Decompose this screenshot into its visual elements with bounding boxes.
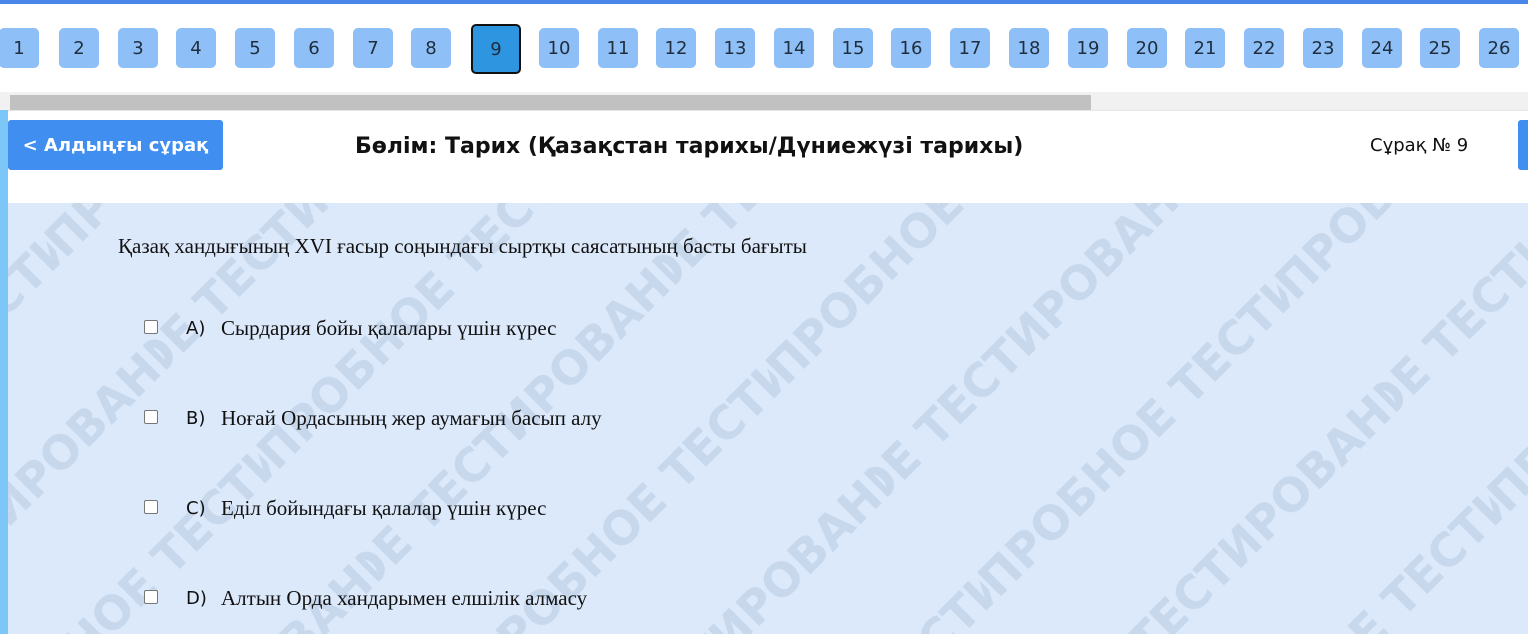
question-number-strip: 1 2 3 4 5 6 7 8 9 10 11 12 13 14 15 16 17 18 19 20 21 22 23 24 2… bbox=[0, 24, 1528, 74]
answer-checkbox[interactable] bbox=[144, 590, 158, 604]
left-edge-strip bbox=[0, 110, 8, 634]
question-nav-button-14[interactable]: 14 bbox=[774, 28, 814, 68]
question-nav-button-19[interactable]: 19 bbox=[1068, 28, 1108, 68]
question-nav-button-12[interactable]: 12 bbox=[656, 28, 696, 68]
question-navigator: 1 2 3 4 5 6 7 8 9 10 11 12 13 14 15 16 17 18 19 20 21 22 23 24 2… bbox=[0, 4, 1528, 110]
question-nav-button-5[interactable]: 5 bbox=[235, 28, 275, 68]
answer-option-d[interactable]: D) Алтын Орда хандарымен елшілік алмасу bbox=[144, 586, 1044, 626]
scrollbar-thumb[interactable] bbox=[10, 95, 1091, 110]
section-title: Бөлім: Тарих (Қазақстан тарихы/Дүниежүзі… bbox=[355, 134, 1024, 159]
question-nav-button-8[interactable]: 8 bbox=[411, 28, 451, 68]
answer-checkbox[interactable] bbox=[144, 410, 158, 424]
answer-text: Еділ бойындағы қалалар үшін күрес bbox=[221, 496, 547, 520]
question-nav-button-6[interactable]: 6 bbox=[294, 28, 334, 68]
question-number-label: Сұрақ № 9 bbox=[1370, 135, 1469, 156]
question-nav-button-21[interactable]: 21 bbox=[1185, 28, 1225, 68]
question-nav-button-10[interactable]: 10 bbox=[539, 28, 579, 68]
answer-letter: D) bbox=[186, 588, 207, 609]
horizontal-scrollbar[interactable] bbox=[0, 92, 1528, 110]
answer-text: Алтын Орда хандарымен елшілік алмасу bbox=[221, 586, 588, 610]
question-nav-button-16[interactable]: 16 bbox=[891, 28, 931, 68]
question-nav-button-20[interactable]: 20 bbox=[1127, 28, 1167, 68]
answer-letter: C) bbox=[186, 498, 206, 519]
answer-option-a[interactable]: A) Сырдария бойы қалалары үшін күрес bbox=[144, 316, 1044, 356]
previous-question-button[interactable]: < Алдыңғы сұрақ bbox=[8, 120, 223, 170]
answer-checkbox[interactable] bbox=[144, 500, 158, 514]
question-nav-button-13[interactable]: 13 bbox=[715, 28, 755, 68]
answer-letter: A) bbox=[186, 318, 206, 339]
answer-text: Ноғай Ордасының жер аумағын басып алу bbox=[221, 406, 602, 430]
question-text: Қазақ хандығының XVI ғасыр соңындағы сыр… bbox=[118, 234, 807, 258]
next-question-button[interactable] bbox=[1518, 120, 1528, 170]
question-nav-button-26[interactable]: 26 bbox=[1479, 28, 1519, 68]
question-nav-button-4[interactable]: 4 bbox=[176, 28, 216, 68]
question-nav-button-25[interactable]: 25 bbox=[1420, 28, 1460, 68]
question-nav-button-24[interactable]: 24 bbox=[1362, 28, 1402, 68]
question-header: < Алдыңғы сұрақ Бөлім: Тарих (Қазақстан … bbox=[8, 110, 1528, 204]
question-nav-button-17[interactable]: 17 bbox=[950, 28, 990, 68]
question-nav-button-11[interactable]: 11 bbox=[598, 28, 638, 68]
question-nav-button-15[interactable]: 15 bbox=[833, 28, 873, 68]
question-nav-button-7[interactable]: 7 bbox=[353, 28, 393, 68]
question-nav-button-1[interactable]: 1 bbox=[0, 28, 39, 68]
answer-option-b[interactable]: B) Ноғай Ордасының жер аумағын басып алу bbox=[144, 406, 1044, 446]
app-frame: 1 2 3 4 5 6 7 8 9 10 11 12 13 14 15 16 17 18 19 20 21 22 23 24 2… bbox=[0, 0, 1528, 634]
question-nav-button-3[interactable]: 3 bbox=[118, 28, 158, 68]
answer-checkbox[interactable] bbox=[144, 320, 158, 334]
question-nav-button-18[interactable]: 18 bbox=[1009, 28, 1049, 68]
answer-letter: B) bbox=[186, 408, 206, 429]
question-content: ПРОБНОЕ ТЕСТИРОВАНИЕ ПРОБНОЕ ТЕСТИРОВАНИ… bbox=[8, 203, 1528, 634]
answer-text: Сырдария бойы қалалары үшін күрес bbox=[221, 316, 557, 340]
question-nav-button-9[interactable]: 9 bbox=[471, 24, 521, 74]
question-nav-button-2[interactable]: 2 bbox=[59, 28, 99, 68]
question-nav-button-23[interactable]: 23 bbox=[1303, 28, 1343, 68]
question-nav-button-22[interactable]: 22 bbox=[1244, 28, 1284, 68]
answer-option-c[interactable]: C) Еділ бойындағы қалалар үшін күрес bbox=[144, 496, 1044, 536]
